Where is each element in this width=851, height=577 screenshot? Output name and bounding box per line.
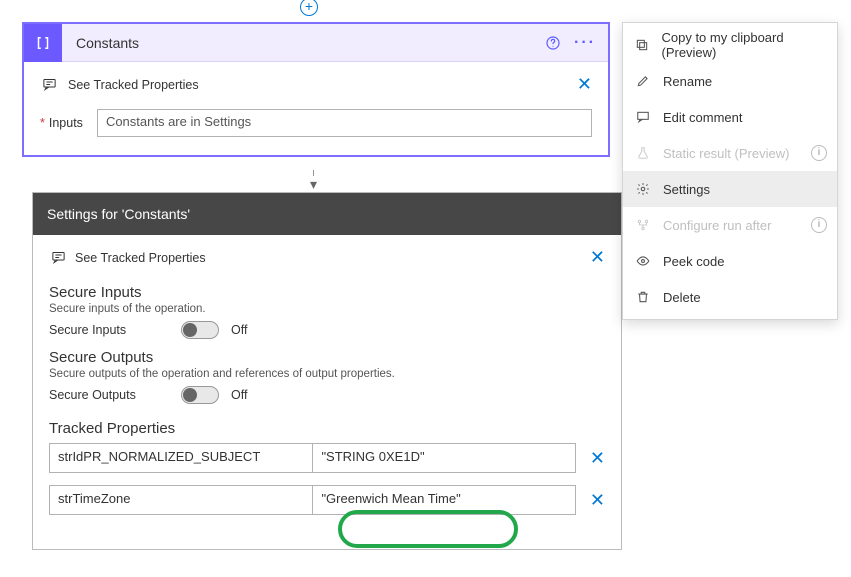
- settings-panel: Settings for 'Constants' See Tracked Pro…: [32, 192, 622, 550]
- menu-label: Rename: [663, 74, 712, 89]
- required-marker: *Inputs: [40, 114, 83, 132]
- menu-configure-run-after: Configure run after i: [623, 207, 837, 243]
- menu-label: Edit comment: [663, 110, 742, 125]
- settings-header: Settings for 'Constants': [33, 193, 621, 235]
- flask-icon: [635, 145, 651, 161]
- menu-static-result: Static result (Preview) i: [623, 135, 837, 171]
- add-step-button[interactable]: +: [300, 0, 318, 16]
- menu-label: Settings: [663, 182, 710, 197]
- secure-outputs-desc: Secure outputs of the operation and refe…: [49, 368, 605, 380]
- menu-settings[interactable]: Settings: [623, 171, 837, 207]
- close-icon[interactable]: ✕: [590, 247, 605, 268]
- secure-outputs-title: Secure Outputs: [49, 349, 605, 366]
- copy-icon: [635, 37, 649, 53]
- help-icon[interactable]: [542, 32, 564, 54]
- branch-icon: [635, 217, 651, 233]
- secure-outputs-toggle[interactable]: [181, 386, 219, 404]
- secure-inputs-title: Secure Inputs: [49, 284, 605, 301]
- edit-icon: [635, 73, 651, 89]
- close-icon[interactable]: ✕: [577, 74, 592, 95]
- context-menu: Copy to my clipboard (Preview) Rename Ed…: [622, 22, 838, 320]
- delete-row-icon[interactable]: ✕: [590, 490, 605, 511]
- menu-label: Static result (Preview): [663, 146, 789, 161]
- secure-outputs-state: Off: [231, 388, 247, 402]
- menu-rename[interactable]: Rename: [623, 63, 837, 99]
- tracked-properties-title: Tracked Properties: [49, 420, 605, 437]
- more-menu-button[interactable]: ···: [574, 32, 596, 54]
- gear-icon: [635, 181, 651, 197]
- tracked-properties-link[interactable]: See Tracked Properties: [67, 251, 590, 265]
- constants-card: Constants ··· See Tracked Properties ✕ *…: [22, 22, 610, 157]
- trash-icon: [635, 289, 651, 305]
- menu-label: Copy to my clipboard (Preview): [661, 30, 825, 60]
- secure-inputs-desc: Secure inputs of the operation.: [49, 303, 605, 315]
- menu-peek-code[interactable]: Peek code: [623, 243, 837, 279]
- menu-copy-clipboard[interactable]: Copy to my clipboard (Preview): [623, 27, 837, 63]
- eye-icon: [635, 253, 651, 269]
- secure-inputs-toggle[interactable]: [181, 321, 219, 339]
- menu-label: Delete: [663, 290, 701, 305]
- tracked-property-value-input[interactable]: "STRING 0XE1D": [312, 443, 575, 473]
- inputs-field[interactable]: Constants are in Settings: [97, 109, 592, 137]
- secure-inputs-row-label: Secure Inputs: [49, 323, 169, 337]
- inputs-label: Inputs: [49, 116, 83, 130]
- menu-label: Configure run after: [663, 218, 771, 233]
- tracked-property-value-input[interactable]: "Greenwich Mean Time": [312, 485, 575, 515]
- tracked-property-key-input[interactable]: strTimeZone: [49, 485, 312, 515]
- flow-arrow-icon: ▾: [310, 170, 317, 194]
- compose-icon: [24, 24, 62, 62]
- tracked-property-row: strIdPR_NORMALIZED_SUBJECT "STRING 0XE1D…: [49, 443, 605, 473]
- comment-icon: [49, 249, 67, 267]
- info-icon[interactable]: i: [811, 145, 827, 161]
- constants-header[interactable]: Constants ···: [24, 24, 608, 62]
- secure-outputs-row-label: Secure Outputs: [49, 388, 169, 402]
- tracked-property-row: strTimeZone "Greenwich Mean Time" ✕: [49, 485, 605, 515]
- comment-icon: [635, 109, 651, 125]
- menu-edit-comment[interactable]: Edit comment: [623, 99, 837, 135]
- constants-title: Constants: [62, 35, 542, 51]
- delete-row-icon[interactable]: ✕: [590, 448, 605, 469]
- menu-label: Peek code: [663, 254, 724, 269]
- secure-inputs-state: Off: [231, 323, 247, 337]
- tracked-property-key-input[interactable]: strIdPR_NORMALIZED_SUBJECT: [49, 443, 312, 473]
- comment-icon: [40, 76, 58, 94]
- info-icon[interactable]: i: [811, 217, 827, 233]
- tracked-properties-link[interactable]: See Tracked Properties: [68, 78, 567, 92]
- menu-delete[interactable]: Delete: [623, 279, 837, 315]
